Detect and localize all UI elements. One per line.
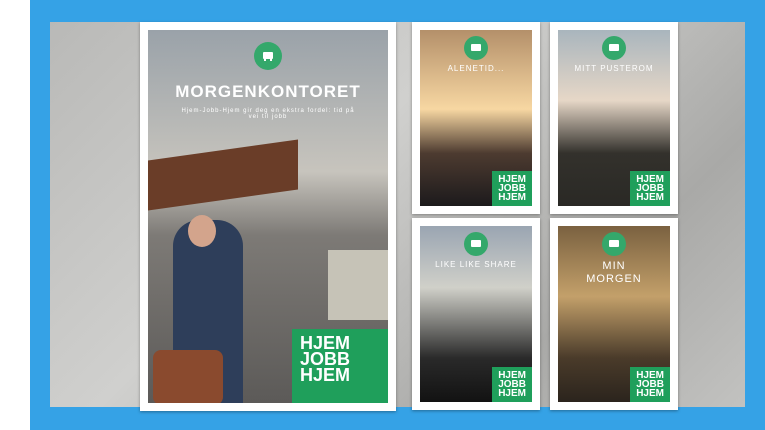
bus-icon [602,232,626,256]
poster-title: ALENETID... [447,64,505,73]
bus-icon [464,232,488,256]
leather-bag [153,350,223,403]
poster-mitt-pusterom: MITT PUSTEROM HJEM JOBB HJEM [550,22,678,214]
poster-title: MORGENKONTORET [175,82,361,101]
brand-line: HJEM [498,388,526,399]
brand-line: HJEM [636,192,664,203]
hjem-jobb-hjem-logo: HJEM JOBB HJEM [492,367,532,402]
poster-alenetid: ALENETID... HJEM JOBB HJEM [412,22,540,214]
brand-line: HJEM [300,365,351,386]
poster-morgenkontoret: MORGENKONTORET Hjem-Jobb-Hjem gir deg en… [140,22,396,411]
poster-min-morgen: MIN MORGEN HJEM JOBB HJEM [550,218,678,410]
hjem-jobb-hjem-logo: HJEM JOBB HJEM [492,171,532,206]
poster-image: LIKE LIKE SHARE HJEM JOBB HJEM [420,226,532,402]
brand-line: HJEM [636,388,664,399]
poster-title-line-1: MIN [602,260,626,272]
hjem-jobb-hjem-logo: HJEM JOBB HJEM [292,329,388,403]
bus-icon [254,42,282,70]
businessman-head [188,215,216,247]
poster-title: LIKE LIKE SHARE [435,260,517,269]
poster-image: MITT PUSTEROM HJEM JOBB HJEM [558,30,670,206]
platform-roof [148,139,298,211]
poster-image: MORGENKONTORET Hjem-Jobb-Hjem gir deg en… [148,30,388,403]
blue-frame: MORGENKONTORET Hjem-Jobb-Hjem gir deg en… [30,0,765,430]
bus-icon [602,36,626,60]
hjem-jobb-hjem-logo: HJEM JOBB HJEM [630,367,670,402]
poster-image: MIN MORGEN HJEM JOBB HJEM [558,226,670,402]
poster-subtitle: Hjem-Jobb-Hjem gir deg en ekstra fordel:… [181,108,355,120]
poster-image: ALENETID... HJEM JOBB HJEM [420,30,532,206]
poster-title-line-2: MORGEN [586,273,642,285]
train-image [328,250,388,320]
brand-line: HJEM [498,192,526,203]
hjem-jobb-hjem-logo: HJEM JOBB HJEM [630,171,670,206]
bus-icon [464,36,488,60]
poster-like-like-share: LIKE LIKE SHARE HJEM JOBB HJEM [412,218,540,410]
poster-title: MITT PUSTEROM [574,64,654,73]
